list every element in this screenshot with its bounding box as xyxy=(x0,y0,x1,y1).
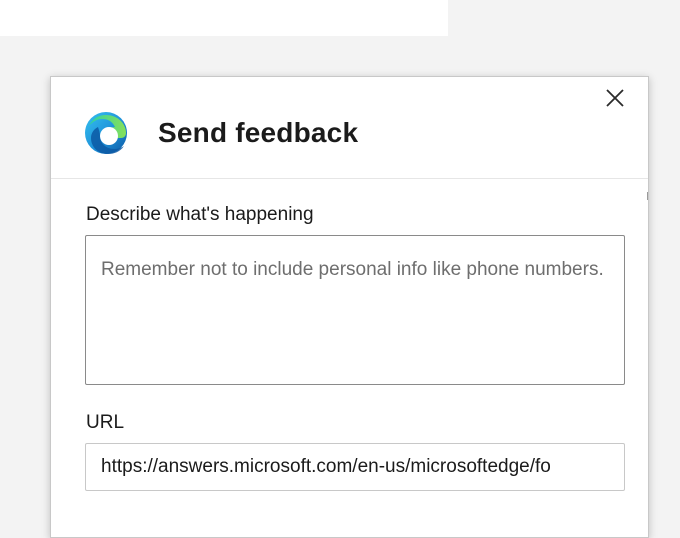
microsoft-edge-logo-icon xyxy=(85,112,127,154)
close-icon xyxy=(606,89,624,107)
dialog-header: Send feedback xyxy=(51,77,648,179)
describe-placeholder: Remember not to include personal info li… xyxy=(101,259,604,280)
describe-label: Describe what's happening xyxy=(86,204,314,225)
dialog-title: Send feedback xyxy=(158,117,359,148)
scrollbar-tick xyxy=(647,192,648,200)
describe-textarea[interactable]: Remember not to include personal info li… xyxy=(85,235,625,385)
close-button[interactable] xyxy=(604,87,626,109)
url-label: URL xyxy=(86,412,125,433)
background-page-strip xyxy=(0,0,448,36)
send-feedback-dialog: Send feedback Describe what's happening … xyxy=(50,76,649,538)
url-input[interactable]: https://answers.microsoft.com/en-us/micr… xyxy=(85,443,625,491)
